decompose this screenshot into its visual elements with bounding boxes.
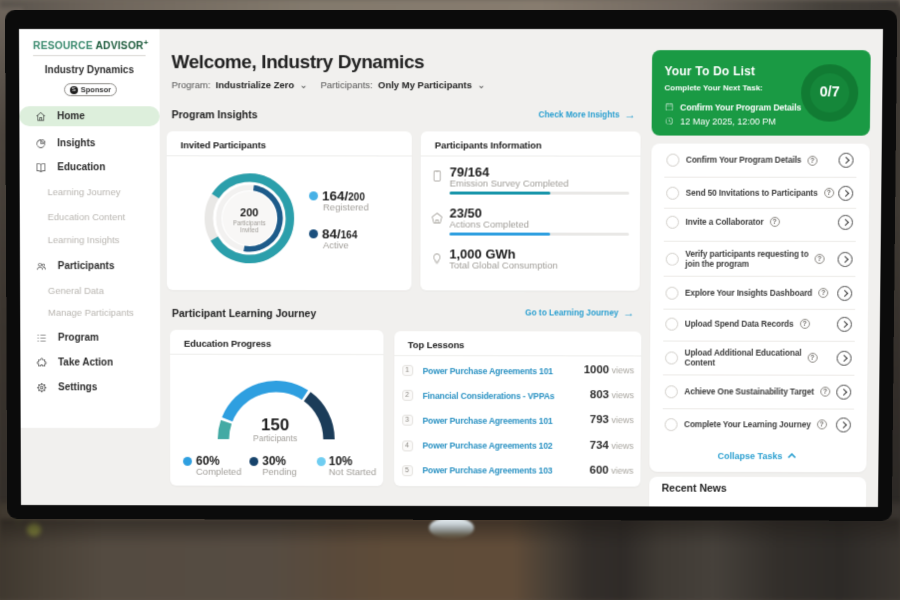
svg-text:Invited: Invited (240, 227, 259, 234)
svg-text:200: 200 (240, 207, 258, 219)
svg-text:Participants: Participants (233, 220, 266, 227)
